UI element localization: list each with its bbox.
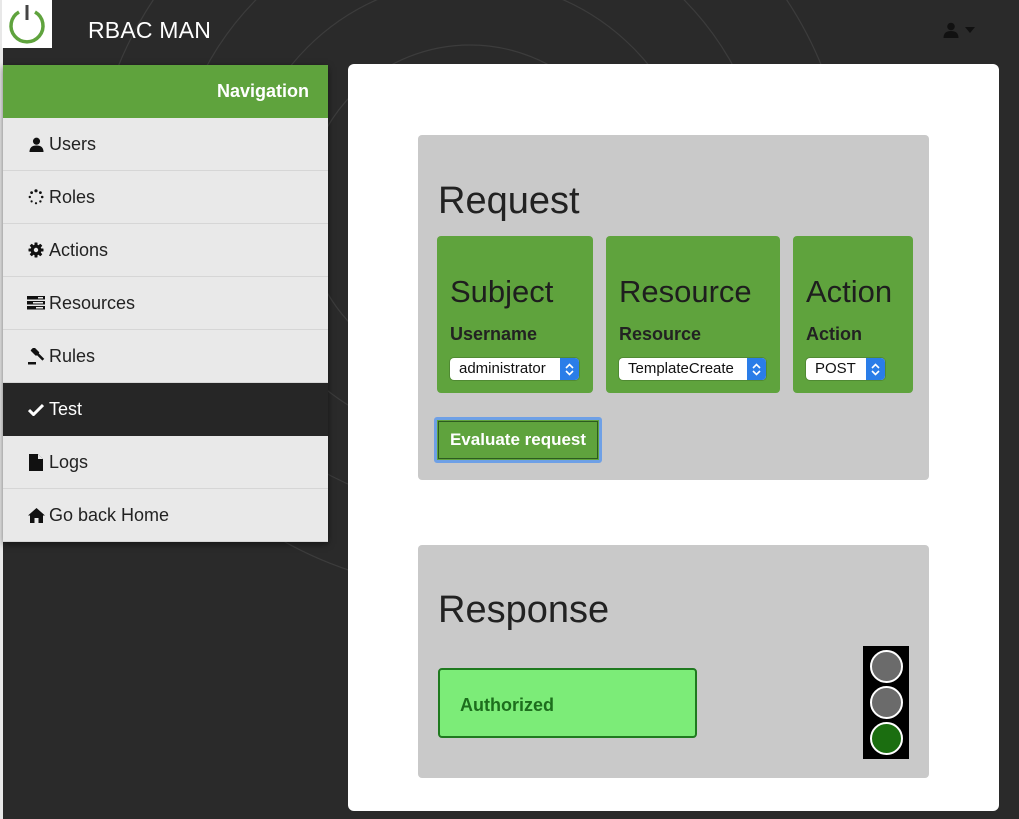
- green-light: [869, 722, 903, 756]
- user-icon: [27, 135, 45, 153]
- username-select[interactable]: administrator: [450, 358, 579, 380]
- response-panel: Response Authorized: [418, 545, 929, 778]
- file-icon: [27, 453, 45, 471]
- request-panel: Request Subject Username administrator R…: [418, 135, 929, 480]
- sidebar-item-home[interactable]: Go back Home: [3, 489, 328, 542]
- sidebar-item-resources[interactable]: Resources: [3, 277, 328, 330]
- subject-card: Subject Username administrator: [437, 236, 593, 393]
- request-title: Request: [438, 180, 580, 222]
- sidebar-item-label: Go back Home: [49, 504, 170, 525]
- sidebar-item-label: Roles: [49, 186, 96, 207]
- home-icon: [27, 506, 45, 524]
- resource-card: Resource Resource TemplateCreate: [606, 236, 780, 393]
- sidebar-item-label: Rules: [49, 345, 96, 366]
- sidebar-item-label: Test: [49, 398, 83, 419]
- sidebar-item-logs[interactable]: Logs: [3, 436, 328, 489]
- yellow-light: [869, 685, 903, 719]
- sidebar-item-label: Logs: [49, 451, 89, 472]
- main-content: Request Subject Username administrator R…: [348, 64, 999, 811]
- gavel-icon: [27, 347, 45, 365]
- sidebar-item-users[interactable]: Users: [3, 118, 328, 171]
- resource-select-value: TemplateCreate: [628, 360, 734, 377]
- action-label: Action: [806, 324, 862, 344]
- red-light: [869, 649, 903, 683]
- action-select-value: POST: [815, 360, 856, 377]
- tasks-icon: [27, 294, 45, 312]
- sidebar-item-roles[interactable]: Roles: [3, 171, 328, 224]
- gear-icon: [27, 241, 45, 259]
- traffic-light-icon: [863, 646, 909, 759]
- action-select[interactable]: POST: [806, 358, 885, 380]
- select-arrows-icon: [866, 358, 885, 380]
- user-menu[interactable]: [943, 22, 975, 38]
- top-bar: RBAC MAN: [0, 0, 1019, 62]
- subject-title: Subject: [450, 274, 554, 309]
- evaluate-request-button[interactable]: Evaluate request: [434, 417, 602, 463]
- select-arrows-icon: [560, 358, 579, 380]
- sidebar-item-label: Actions: [49, 239, 109, 260]
- sidebar-item-actions[interactable]: Actions: [3, 224, 328, 277]
- authorization-status: Authorized: [438, 668, 697, 738]
- select-arrows-icon: [747, 358, 766, 380]
- username-label: Username: [450, 324, 538, 344]
- nav-header: Navigation: [3, 65, 328, 118]
- power-logo-icon[interactable]: [2, 0, 52, 48]
- sidebar-item-label: Users: [49, 133, 97, 154]
- app-title[interactable]: RBAC MAN: [88, 17, 211, 44]
- action-card: Action Action POST: [793, 236, 913, 393]
- response-title: Response: [438, 589, 610, 631]
- resource-title: Resource: [619, 274, 752, 309]
- resource-label: Resource: [619, 324, 702, 344]
- check-icon: [27, 400, 45, 418]
- user-icon: [943, 22, 959, 38]
- sidebar: Navigation Users Roles Actions Resources…: [3, 65, 328, 542]
- action-title: Action: [806, 274, 893, 309]
- spinner-icon: [27, 188, 45, 206]
- resource-select[interactable]: TemplateCreate: [619, 358, 766, 380]
- sidebar-item-label: Resources: [49, 292, 136, 313]
- caret-down-icon: [965, 27, 975, 33]
- sidebar-item-rules[interactable]: Rules: [3, 330, 328, 383]
- sidebar-item-test[interactable]: Test: [3, 383, 328, 436]
- username-select-value: administrator: [459, 360, 546, 377]
